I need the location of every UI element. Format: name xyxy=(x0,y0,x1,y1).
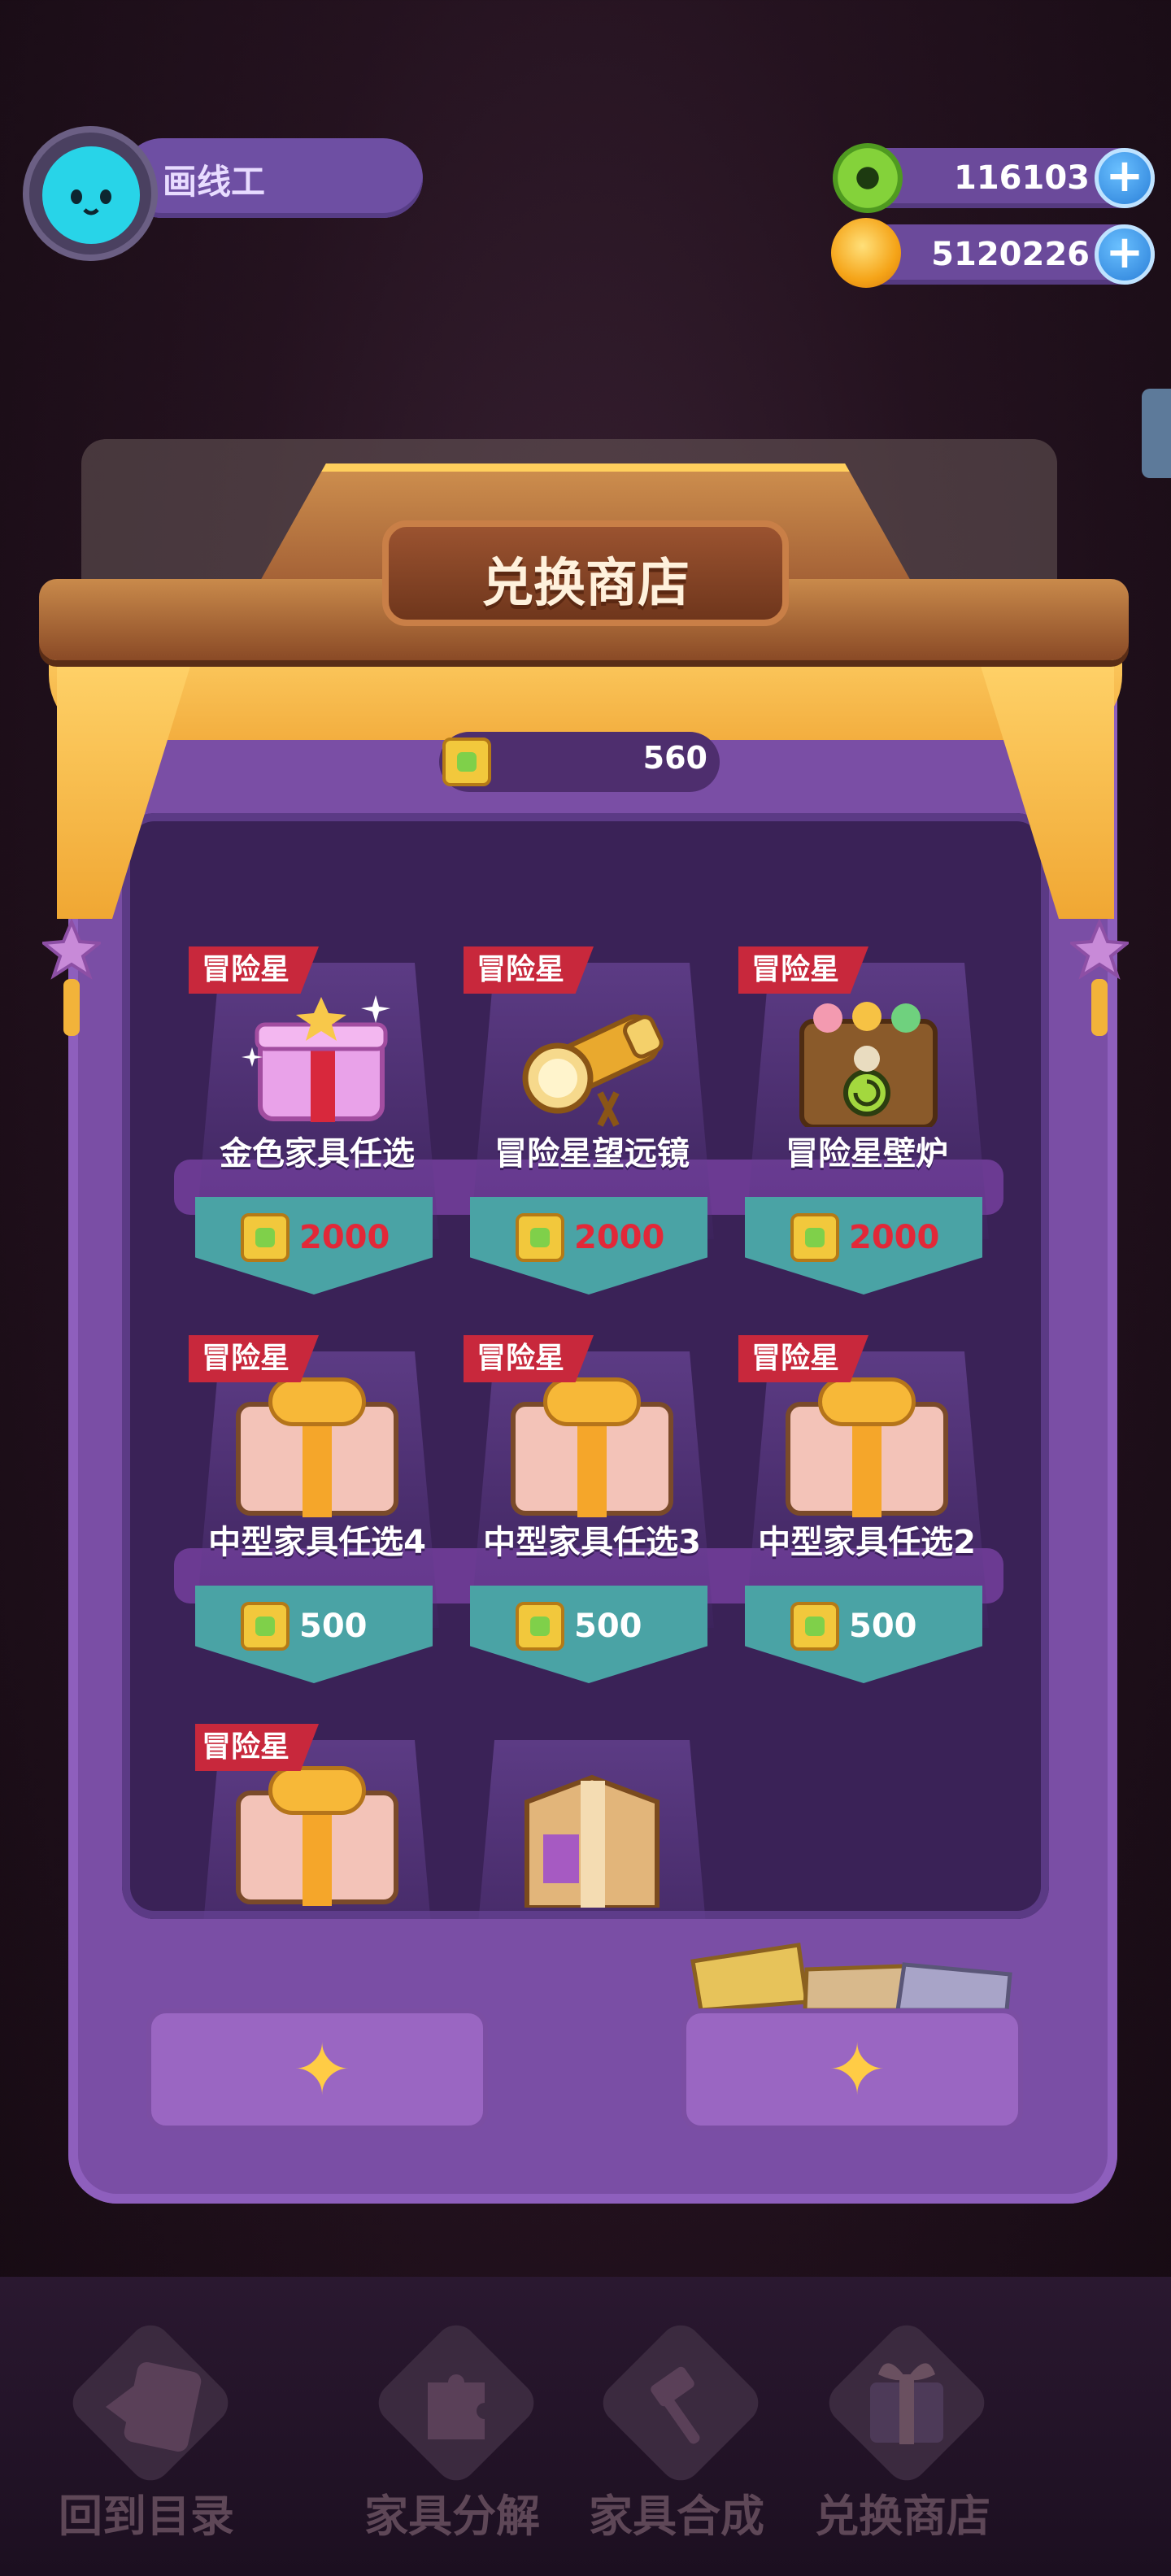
ticket-icon xyxy=(241,1602,289,1651)
cardboard-box-icon xyxy=(511,1769,673,1910)
item-grid: 冒险星 金色家具任选 2000 冒险星 冒险星望远镜 2000 冒险星 冒险星壁… xyxy=(0,0,1171,1919)
ticket-icon xyxy=(516,1213,564,1262)
ticket-icon xyxy=(790,1213,839,1262)
gift-box-icon xyxy=(236,1766,398,1906)
shop-item[interactable]: 冒险星 中型家具任选2 500 xyxy=(738,1335,989,1693)
puzzle-icon xyxy=(411,2358,501,2448)
ticket-stack-icon xyxy=(685,1937,1026,2012)
nav-label: 家具分解 xyxy=(364,2491,540,2542)
item-name: 冒险星望远镜 xyxy=(494,1135,690,1173)
price-tag[interactable]: 500 xyxy=(745,1586,982,1683)
sparkle-star-icon: ✦ xyxy=(827,2030,887,2111)
nav-back-to-menu[interactable]: 回到目录 xyxy=(49,2316,244,2569)
gift-box-icon xyxy=(236,1377,398,1517)
shop-item[interactable]: 冒险星 冒险星望远镜 2000 xyxy=(464,946,714,1304)
nav-furniture-decompose[interactable]: 家具分解 xyxy=(355,2316,550,2569)
item-tag: 冒险星 xyxy=(738,946,869,994)
pink-gift-box-icon xyxy=(236,989,398,1127)
item-tag: 冒险星 xyxy=(464,946,594,994)
item-tag: 冒险星 xyxy=(189,946,320,994)
ticket-icon xyxy=(241,1213,289,1262)
nav-label: 兑换商店 xyxy=(815,2491,990,2542)
price-tag[interactable]: 2000 xyxy=(470,1197,707,1295)
price-tag[interactable]: 2000 xyxy=(195,1197,433,1295)
shop-item[interactable]: 冒险星 金色家具任选 2000 xyxy=(189,946,439,1304)
next-page-button[interactable]: ✦ xyxy=(681,2008,1023,2130)
item-tag: 冒险星 xyxy=(738,1335,869,1382)
item-name: 中型家具任选4 xyxy=(208,1524,426,1561)
price-tag[interactable]: 500 xyxy=(470,1586,707,1683)
nav-label: 家具合成 xyxy=(589,2491,764,2542)
item-name: 中型家具任选3 xyxy=(483,1524,701,1561)
ticket-icon xyxy=(516,1602,564,1651)
item-tag: 冒险星 xyxy=(195,1724,320,1771)
gift-box-icon xyxy=(786,1377,948,1517)
price-tag[interactable]: 2000 xyxy=(745,1197,982,1295)
shop-item[interactable]: 冒险星 中型家具任选4 500 xyxy=(189,1335,439,1693)
hammer-icon xyxy=(636,2358,725,2448)
sparkle-star-icon: ✦ xyxy=(292,2030,352,2111)
golden-telescope-icon xyxy=(511,989,673,1127)
nav-label: 回到目录 xyxy=(59,2491,234,2542)
prev-page-button[interactable]: ✦ xyxy=(146,2008,488,2130)
item-tag: 冒险星 xyxy=(189,1335,320,1382)
item-name: 中型家具任选2 xyxy=(758,1524,976,1561)
item-tag: 冒险星 xyxy=(464,1335,594,1382)
item-price: 2000 xyxy=(849,1219,940,1256)
gift-box-icon xyxy=(511,1377,673,1517)
shop-item[interactable]: 冒险星 xyxy=(195,1724,439,1919)
item-price: 2000 xyxy=(574,1219,665,1256)
item-name: 冒险星壁炉 xyxy=(786,1135,948,1173)
back-card-icon xyxy=(98,2350,203,2456)
stump-fireplace-icon xyxy=(786,989,948,1129)
shop-item[interactable]: 冒险星 中型家具任选3 500 xyxy=(464,1335,714,1693)
item-price: 500 xyxy=(299,1608,368,1645)
nav-furniture-craft[interactable]: 家具合成 xyxy=(579,2316,774,2569)
shop-item[interactable]: 冒险星 冒险星壁炉 2000 xyxy=(738,946,989,1304)
shop-item[interactable] xyxy=(470,1724,714,1919)
item-price: 2000 xyxy=(299,1219,390,1256)
item-price: 500 xyxy=(574,1608,642,1645)
item-name: 金色家具任选 xyxy=(220,1135,415,1173)
item-price: 500 xyxy=(849,1608,917,1645)
price-tag[interactable]: 500 xyxy=(195,1586,433,1683)
nav-exchange-shop[interactable]: 兑换商店 xyxy=(805,2316,1000,2569)
gift-icon xyxy=(862,2350,951,2448)
ticket-icon xyxy=(790,1602,839,1651)
